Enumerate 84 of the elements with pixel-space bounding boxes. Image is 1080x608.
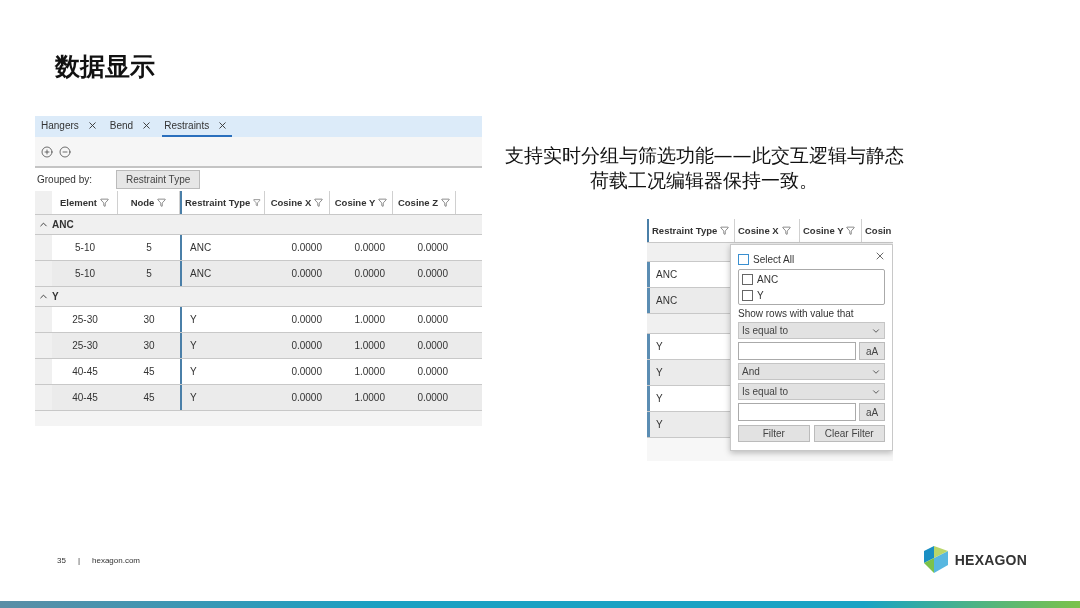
filter-icon[interactable]	[781, 226, 791, 235]
table-cell-text: 1.0000	[353, 391, 386, 405]
grouped-by-label: Grouped by:	[37, 174, 94, 185]
table-cell-text: 5-10	[74, 267, 96, 281]
table-cell-text: 1.0000	[353, 339, 386, 353]
filter-icon[interactable]	[157, 198, 167, 207]
prompt-text: Show rows with value that	[738, 308, 855, 319]
filter-icon[interactable]	[441, 198, 451, 207]
table-cell-text: 30	[142, 313, 156, 327]
logo-icon	[921, 545, 950, 575]
table-cell-text: 0.0000	[290, 313, 323, 327]
condition-dropdown[interactable]: Is equal to	[738, 322, 885, 339]
column-header[interactable]: Node	[130, 197, 155, 208]
column-header[interactable]: Cosine Z	[397, 197, 439, 208]
value-field[interactable]	[738, 342, 856, 360]
match-case-button[interactable]: aA	[859, 403, 885, 421]
table-cell-text: 0.0000	[290, 339, 323, 353]
logo-text: HEXAGON	[954, 552, 1027, 568]
filter-icon[interactable]	[253, 198, 261, 207]
checkbox[interactable]	[742, 273, 753, 285]
checkbox[interactable]	[738, 253, 749, 265]
checkbox-label: Y	[757, 289, 764, 301]
column-header[interactable]: Cosine X	[270, 197, 312, 208]
table-cell: Y	[180, 385, 265, 410]
table-cell-text: 25-30	[71, 339, 99, 353]
table-cell-text: 40-45	[71, 391, 99, 405]
table-cell-text: 5-10	[74, 241, 96, 255]
table-cell-text: 5	[145, 267, 153, 281]
table-cell-text: 0.0000	[416, 365, 449, 379]
checkbox[interactable]	[742, 289, 753, 301]
clear-filter-button[interactable]: Clear Filter	[813, 425, 885, 442]
filter-icon[interactable]	[720, 226, 730, 235]
table-cell-text: 0.0000	[290, 267, 323, 281]
group-label: ANC	[52, 219, 74, 230]
table-cell-text: 1.0000	[353, 365, 386, 379]
caption: 支持实时分组与筛选功能——此交互逻辑与静态荷载工况编辑器保持一致。	[503, 143, 905, 193]
checkbox-label: Select All	[753, 253, 795, 265]
table-cell-text: 0.0000	[416, 267, 449, 281]
tab[interactable]: Bend	[107, 116, 157, 137]
table-cell-text: 0.0000	[416, 391, 449, 405]
close-icon[interactable]	[141, 120, 153, 131]
group-label: Y	[52, 291, 59, 302]
table-cell-text: 0.0000	[353, 241, 386, 255]
filter-button[interactable]: Filter	[738, 425, 810, 442]
column-header[interactable]: Restraint Type	[185, 197, 251, 208]
value-field[interactable]	[738, 403, 856, 421]
filter-icon[interactable]	[100, 198, 109, 207]
close-icon[interactable]	[217, 120, 229, 131]
filter-icon[interactable]	[314, 198, 324, 207]
slide-title: 数据显示	[54, 51, 156, 82]
table-cell-text: 1.0000	[353, 313, 386, 327]
column-header[interactable]: Cosine Y	[803, 225, 844, 236]
table-cell-text: 5	[145, 241, 153, 255]
group-chip[interactable]: Restraint Type	[116, 170, 201, 189]
filter-icon[interactable]	[378, 198, 388, 207]
table-cell-text: 45	[142, 391, 156, 405]
filter-icon[interactable]	[846, 226, 856, 235]
separator: |	[77, 555, 80, 565]
operator-dropdown[interactable]: And	[738, 363, 885, 380]
condition-dropdown[interactable]: Is equal to	[738, 383, 885, 400]
table-cell-text: 40-45	[71, 365, 99, 379]
table-cell-text: 0.0000	[416, 313, 449, 327]
collapse-all-icon[interactable]	[59, 145, 71, 158]
column-header[interactable]: Cosine X	[738, 225, 779, 236]
close-icon[interactable]	[86, 120, 98, 131]
table-cell-text: 45	[142, 365, 156, 379]
column-header[interactable]: Restraint Type	[652, 225, 718, 236]
table-cell-text: 0.0000	[290, 241, 323, 255]
column-header[interactable]: Element	[60, 197, 97, 208]
tab[interactable]: Hangers	[39, 116, 102, 137]
table-cell-text: 25-30	[71, 313, 99, 327]
column-header[interactable]: Cosin	[865, 225, 892, 236]
table-cell-text: 0.0000	[416, 241, 449, 255]
table-cell-text: 0.0000	[290, 391, 323, 405]
table-cell-text: 0.0000	[416, 339, 449, 353]
table-cell-text: 0.0000	[290, 365, 323, 379]
table-cell-text: 30	[142, 339, 156, 353]
table-cell-text: 0.0000	[353, 267, 386, 281]
column-header[interactable]: Cosine Y	[334, 197, 376, 208]
expand-all-icon[interactable]	[41, 145, 53, 158]
checkbox-label: ANC	[757, 273, 779, 285]
page-number: 35	[57, 555, 66, 565]
match-case-button[interactable]: aA	[859, 342, 885, 360]
close-button[interactable]	[874, 250, 886, 262]
